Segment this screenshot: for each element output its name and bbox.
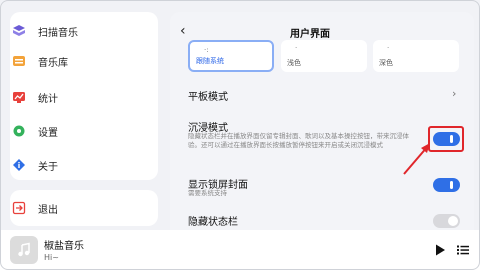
theme-option-dark[interactable]: · 深色 [373,40,459,72]
toggle-knob [448,216,458,226]
gear-icon [12,124,26,138]
tablet-mode-row[interactable]: 平板模式 [188,88,228,103]
highlight-box [428,126,464,152]
hide-statusbar-toggle[interactable] [433,214,460,228]
lock-cover-toggle[interactable] [433,178,460,192]
theme-preview-icon: ·: [204,46,209,54]
theme-preview-icon: · [295,44,298,52]
sidebar-item-label: 设置 [38,127,58,139]
back-button[interactable]: ‹ [180,23,186,39]
hide-statusbar-label: 隐藏状态栏 [188,217,238,228]
album-art[interactable] [10,236,38,264]
exit-icon [12,201,26,215]
theme-label: 浅色 [287,59,301,67]
stats-icon [12,90,26,104]
music-note-icon [18,242,30,257]
chevron-right-icon[interactable]: › [452,87,456,100]
play-button[interactable] [433,242,447,256]
sidebar-item-library[interactable]: 音乐库 [12,50,68,72]
play-icon [436,244,445,256]
exit-button[interactable]: 退出 [12,197,58,219]
sidebar-item-label: 扫描音乐 [38,27,78,39]
library-icon [12,54,26,68]
scan-icon [12,24,26,38]
sidebar-item-label: 音乐库 [38,57,68,69]
theme-option-system[interactable]: ·: 跟随系统 [188,40,274,72]
info-icon [12,158,26,172]
track-subtitle: Hi~ [44,253,59,262]
theme-label: 深色 [379,59,393,67]
theme-preview-icon: · [387,44,390,52]
immersive-mode-desc: 隐藏状态栏并在播放界面仅留专辑封面、歌词以及基本操控按钮，带来沉浸体验。还可以通… [188,132,409,149]
theme-label: 跟随系统 [196,57,224,65]
toggle-knob [450,181,453,189]
track-title: 椒盐音乐 [44,241,84,252]
sidebar-item-about[interactable]: 关于 [12,154,58,176]
sidebar-item-scan[interactable]: 扫描音乐 [12,20,78,42]
page-title: 用户界面 [290,29,330,40]
sidebar-item-stats[interactable]: 统计 [12,86,58,108]
exit-label: 退出 [38,204,58,216]
sidebar-item-settings[interactable]: 设置 [12,120,58,142]
sidebar-item-label: 关于 [38,161,58,173]
sidebar-item-label: 统计 [38,93,58,105]
playlist-icon [457,245,469,255]
theme-option-light[interactable]: · 浅色 [281,40,367,72]
playlist-button[interactable] [456,242,470,256]
lock-cover-desc: 需要系统支持 [188,189,227,197]
